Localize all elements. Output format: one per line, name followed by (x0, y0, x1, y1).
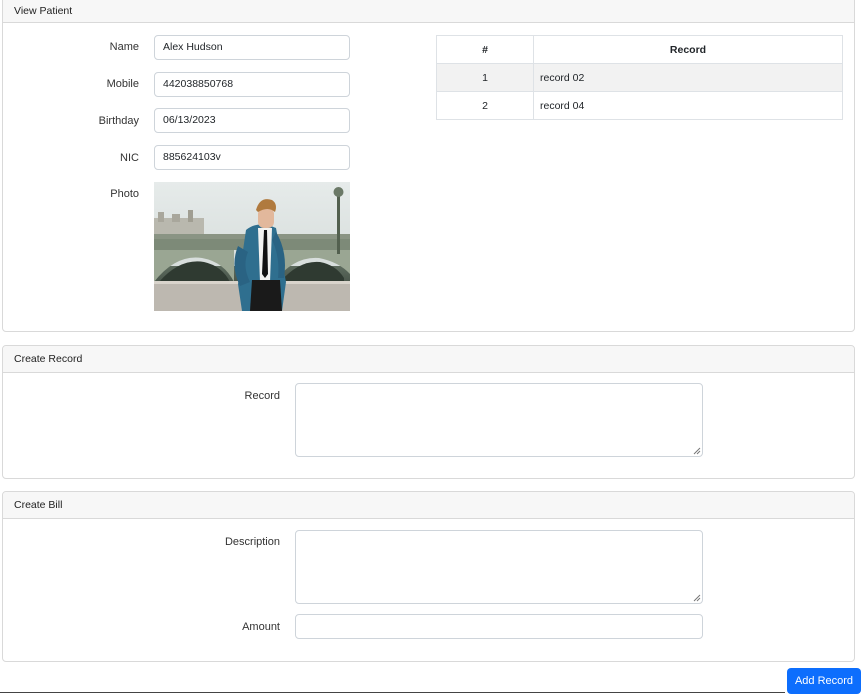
create-bill-header: Create Bill (3, 492, 854, 519)
view-patient-header: View Patient (3, 0, 854, 23)
description-textarea[interactable] (295, 530, 703, 604)
nic-field[interactable]: 885624103v (154, 145, 350, 170)
column-header-number: # (436, 35, 534, 64)
row-record-cell: record 02 (533, 63, 843, 92)
records-table-header-row: # Record (436, 35, 843, 64)
name-label: Name (109, 41, 139, 53)
amount-field[interactable] (295, 614, 703, 639)
nic-label: NIC (120, 152, 139, 164)
record-label: Record (244, 390, 280, 402)
create-record-header: Create Record (3, 346, 854, 373)
row-record-cell: record 04 (533, 91, 843, 120)
record-textarea[interactable] (295, 383, 703, 457)
table-row[interactable]: 2 record 04 (436, 91, 843, 120)
resize-grip-icon[interactable] (693, 594, 701, 602)
table-row[interactable]: 1 record 02 (436, 63, 843, 92)
records-table: # Record 1 record 02 2 record 04 (436, 35, 843, 120)
name-field[interactable]: Alex Hudson (154, 35, 350, 60)
birthday-field[interactable]: 06/13/2023 (154, 108, 350, 133)
bottom-divider (0, 692, 785, 693)
photo-label: Photo (110, 188, 139, 200)
description-label: Description (224, 536, 280, 548)
mobile-label: Mobile (106, 78, 139, 90)
resize-grip-icon[interactable] (693, 447, 701, 455)
row-number-cell: 1 (436, 63, 534, 92)
mobile-field[interactable]: 442038850768 (154, 72, 350, 97)
row-number-cell: 2 (436, 91, 534, 120)
birthday-label: Birthday (98, 115, 139, 127)
add-record-button[interactable]: Add Record (787, 668, 861, 694)
patient-photo (154, 182, 350, 311)
amount-label: Amount (242, 621, 280, 633)
column-header-record: Record (533, 35, 843, 64)
